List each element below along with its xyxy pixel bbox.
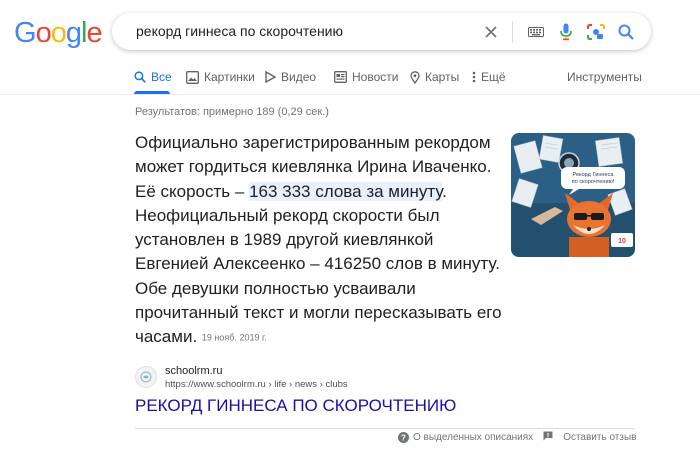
logo-letter: o xyxy=(35,17,52,49)
logo-letter: o xyxy=(50,17,67,49)
tabs-divider xyxy=(0,94,700,95)
site-url: https://www.schoolrm.ru › life › news › … xyxy=(165,379,348,390)
camera-lens-icon[interactable] xyxy=(581,13,611,50)
featured-snippet-text: Официально зарегистрированным рекордом м… xyxy=(135,131,505,350)
feedback-link[interactable]: Оставить отзыв xyxy=(563,432,636,443)
search-box xyxy=(112,13,651,50)
snippet-date: 19 нояб. 2019 г. xyxy=(201,332,267,343)
tab-more[interactable]: Ещё xyxy=(472,62,506,94)
help-icon: ? xyxy=(398,431,409,443)
google-logo[interactable]: Google xyxy=(14,17,103,49)
logo-letter: G xyxy=(14,17,37,49)
image-icon xyxy=(186,62,199,92)
search-tabs: Все Картинки Видео Новости Карты Ещё Инс… xyxy=(128,62,700,94)
results-stats: Результатов: примерно 189 (0,29 сек.) xyxy=(135,106,329,118)
tab-news[interactable]: Новости xyxy=(334,62,398,94)
result-title-link[interactable]: РЕКОРД ГИННЕСА ПО СКОРОЧТЕНИЮ xyxy=(135,396,456,416)
svg-text:?: ? xyxy=(401,433,406,442)
tab-label: Новости xyxy=(352,70,399,84)
tab-label: Все xyxy=(151,70,172,84)
tools-button[interactable]: Инструменты xyxy=(567,62,642,92)
news-icon xyxy=(334,62,347,92)
search-input[interactable] xyxy=(136,13,486,50)
more-icon xyxy=(472,62,476,92)
snippet-image[interactable]: Рекорд Гиннеса по скорочтению! 10 xyxy=(511,133,635,257)
site-favicon-icon xyxy=(135,366,157,388)
feedback-icon xyxy=(543,431,553,444)
microphone-icon[interactable] xyxy=(551,13,581,50)
clear-icon[interactable] xyxy=(474,13,508,50)
search-icon xyxy=(134,62,146,92)
tab-label: Видео xyxy=(281,70,317,84)
search-divider xyxy=(512,20,513,43)
map-pin-icon xyxy=(410,62,420,92)
svg-text:по скорочтению!: по скорочтению! xyxy=(572,179,615,185)
search-actions xyxy=(474,13,651,50)
site-name: schoolrm.ru xyxy=(165,365,223,377)
tab-video[interactable]: Видео xyxy=(264,62,316,94)
tab-label: Картинки xyxy=(204,70,255,84)
tab-maps[interactable]: Карты xyxy=(410,62,459,94)
tab-all[interactable]: Все xyxy=(134,62,172,94)
svg-text:Рекорд Гиннеса: Рекорд Гиннеса xyxy=(572,172,614,178)
about-featured-snippets-link[interactable]: О выделенных описаниях xyxy=(413,432,533,443)
search-icon[interactable] xyxy=(611,13,641,50)
footer-divider xyxy=(135,428,635,429)
svg-text:10: 10 xyxy=(618,238,626,245)
logo-letter: g xyxy=(65,17,82,49)
tab-label: Ещё xyxy=(481,70,506,84)
tab-label: Карты xyxy=(425,70,460,84)
snippet-highlight: 163 333 слова за минуту xyxy=(249,181,443,201)
video-icon xyxy=(264,62,276,92)
tab-images[interactable]: Картинки xyxy=(186,62,255,94)
snippet-footer: ? О выделенных описаниях Оставить отзыв xyxy=(392,430,637,444)
keyboard-icon[interactable] xyxy=(521,13,551,50)
snippet-text-after: . Неофициальный рекорд скорости был уста… xyxy=(135,181,502,347)
logo-letter: e xyxy=(86,17,102,49)
